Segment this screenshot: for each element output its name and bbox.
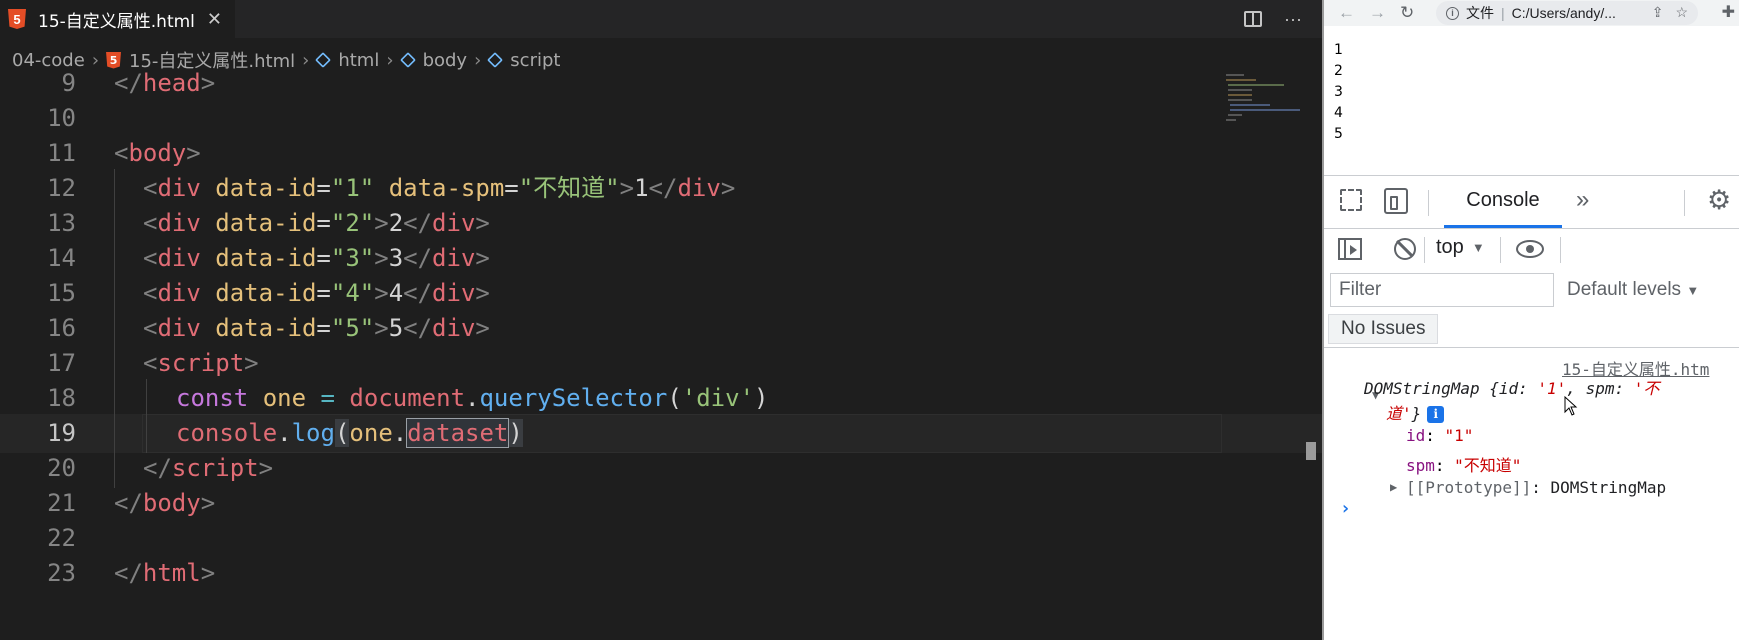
line-number: 17 (47, 349, 76, 377)
code-line: 14 <div data-id="3">3</div> (0, 239, 1322, 278)
code-line: 16 <div data-id="5">5</div> (0, 309, 1322, 348)
line-number: 20 (47, 454, 76, 482)
address-url: C:/Users/andy/... (1511, 5, 1616, 21)
line-number: 18 (47, 384, 76, 412)
symbol-icon (487, 52, 504, 68)
object-property: id: "1" (1406, 426, 1474, 445)
code-line: 9 </head> (0, 68, 1322, 103)
filter-input[interactable]: Filter (1330, 273, 1554, 307)
context-label: top (1436, 236, 1464, 258)
more-actions-icon[interactable]: ··· (1284, 9, 1302, 30)
line-number: 11 (47, 139, 76, 167)
object-summary-wrap: 道'} i (1386, 400, 1445, 424)
line-number: 21 (47, 489, 76, 517)
line-number: 16 (47, 314, 76, 342)
info-icon[interactable]: i (1446, 6, 1459, 20)
log-levels-dropdown[interactable]: Default levels ▼ (1567, 279, 1699, 301)
source-link[interactable]: 15-自定义属性.htm (1562, 356, 1709, 380)
symbol-icon (315, 52, 332, 68)
share-icon[interactable]: ⇪ (1652, 4, 1664, 21)
scrollbar-thumb[interactable] (1306, 442, 1316, 460)
page-content: 1 2 3 4 5 (1334, 40, 1343, 145)
more-tabs-icon[interactable]: » (1576, 186, 1589, 214)
filter-row: Filter Default levels ▼ (1324, 269, 1739, 309)
code-line: 10 (0, 99, 1322, 138)
address-scheme: 文件 (1466, 5, 1494, 21)
close-icon[interactable]: ✕ (207, 9, 222, 30)
editor-tab-bar: 5 15-自定义属性.html ✕ ··· (0, 0, 1322, 38)
page-div: 3 (1334, 84, 1343, 100)
code-line: 13 <div data-id="2">2</div> (0, 204, 1322, 243)
html5-icon: 5 (106, 51, 122, 69)
line-number: 10 (47, 104, 76, 132)
code-line-current: 19 console.log(one.dataset) (0, 414, 1322, 453)
code-line: 15 <div data-id="4">4</div> (0, 274, 1322, 313)
gear-icon[interactable]: ⚙ (1707, 185, 1731, 216)
code-line: 22 (0, 519, 1322, 558)
code-line: 18 const one = document.querySelector('d… (0, 379, 1322, 418)
extensions-icon[interactable]: ✚ (1722, 2, 1735, 22)
devtools-tab-bar: Console » ⚙ (1324, 176, 1739, 229)
star-icon[interactable]: ☆ (1675, 4, 1688, 21)
chevron-down-icon: ▼ (1686, 283, 1700, 298)
browser-window: ← → ↻ i 文件 | C:/Users/andy/... ⇪ ☆ ✚ 1 2… (1322, 0, 1739, 640)
forward-icon[interactable]: → (1369, 3, 1386, 23)
issues-row: No Issues (1324, 310, 1739, 348)
device-inner-icon (1390, 196, 1398, 210)
line-number: 14 (47, 244, 76, 272)
selected-token: dataset (406, 418, 510, 448)
chevron-down-icon: ▼ (1471, 240, 1485, 255)
code-line: 12 <div data-id="1" data-spm="不知道">1</di… (0, 169, 1322, 208)
console-output: 15-自定义属性.htm ▼ DOMStringMap {id: '1', sp… (1324, 348, 1739, 640)
code-line: 11 <body> (0, 134, 1322, 173)
devtools-panel: Console » ⚙ top ▼ Filter Default levels … (1324, 175, 1739, 640)
back-icon[interactable]: ← (1338, 3, 1355, 23)
mouse-cursor-icon (1564, 396, 1578, 416)
issues-button[interactable]: No Issues (1328, 314, 1439, 344)
page-div: 5 (1334, 126, 1343, 142)
log-levels-label: Default levels (1567, 279, 1682, 300)
object-summary[interactable]: DOMStringMap {id: '1', spm: '不 (1364, 378, 1739, 400)
tab-title: 15-自定义属性.html (38, 11, 195, 32)
prototype-row[interactable]: [[Prototype]]: DOMStringMap (1406, 478, 1666, 497)
clear-console-icon[interactable] (1394, 238, 1416, 260)
tab-console[interactable]: Console (1444, 176, 1562, 228)
console-sidebar-icon[interactable] (1338, 238, 1362, 260)
expand-triangle-icon[interactable]: ▶ (1390, 480, 1397, 494)
code-editor: 5 15-自定义属性.html ✕ ··· 04-code › 5 15-自定义… (0, 0, 1322, 640)
context-selector[interactable]: top ▼ (1436, 236, 1485, 259)
symbol-icon (399, 52, 416, 68)
line-number: 9 (61, 69, 76, 97)
code-line: 17 <script> (0, 344, 1322, 383)
line-number: 13 (47, 209, 76, 237)
line-number: 12 (47, 174, 76, 202)
page-div: 1 (1334, 42, 1343, 58)
editor-tab[interactable]: 5 15-自定义属性.html ✕ (0, 0, 235, 38)
code-area[interactable]: 9 </head> 10 11 <body> 12 <div data-id="… (0, 68, 1322, 640)
code-line: 20 </script> (0, 449, 1322, 488)
code-line: 21 </body> (0, 484, 1322, 523)
separator: | (1501, 5, 1505, 21)
eye-icon[interactable] (1516, 240, 1544, 258)
page-div: 2 (1334, 63, 1343, 79)
html5-icon: 5 (8, 9, 26, 29)
line-number: 19 (47, 419, 76, 447)
console-prompt[interactable]: › (1340, 498, 1351, 519)
info-icon[interactable]: i (1427, 406, 1445, 423)
inspect-element-icon[interactable] (1340, 189, 1362, 211)
line-number: 22 (47, 524, 76, 552)
object-property: spm: "不知道" (1406, 456, 1522, 475)
code-line: 23 </html> (0, 554, 1322, 593)
console-toolbar: top ▼ (1324, 229, 1739, 269)
split-editor-icon[interactable] (1244, 11, 1263, 27)
line-number: 15 (47, 279, 76, 307)
minimap[interactable] (1226, 74, 1302, 124)
line-number: 23 (47, 559, 76, 587)
address-bar[interactable]: i 文件 | C:/Users/andy/... ⇪ ☆ (1436, 1, 1698, 25)
page-div: 4 (1334, 105, 1343, 121)
reload-icon[interactable]: ↻ (1400, 3, 1414, 23)
